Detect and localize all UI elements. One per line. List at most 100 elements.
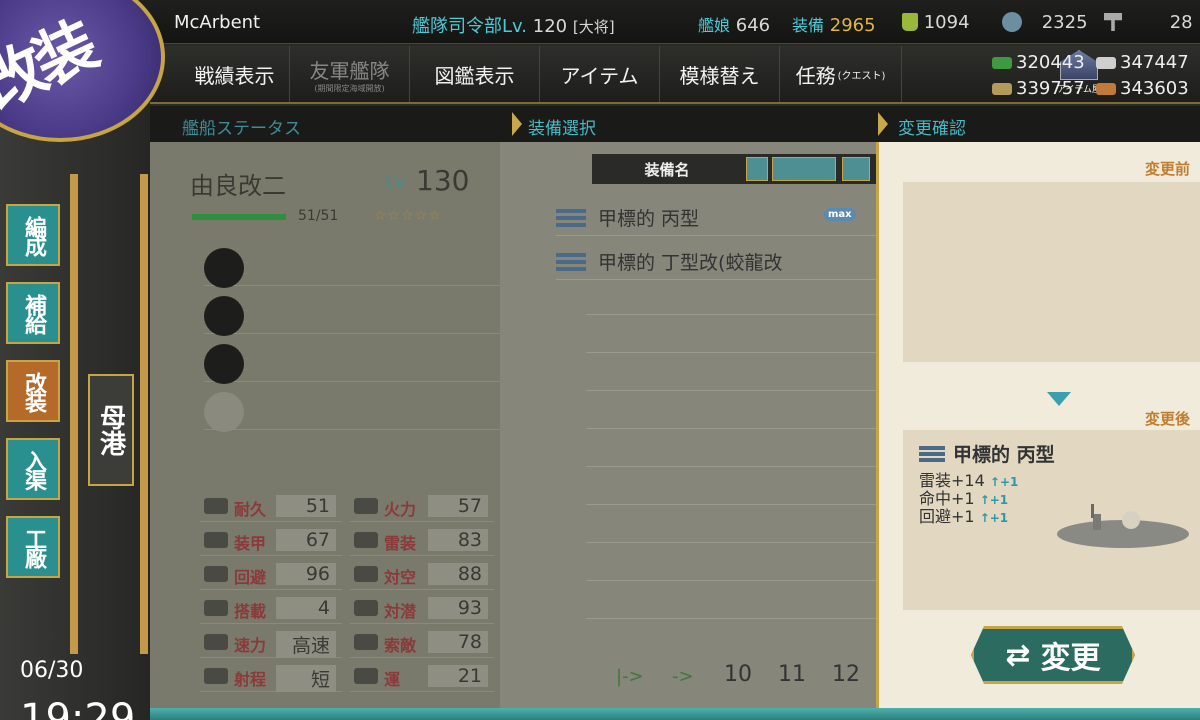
slot-empty-icon	[204, 392, 244, 432]
equip-list-header: 装備名	[592, 154, 882, 184]
up-arrow-icon: ↑	[989, 475, 1000, 489]
menu-furniture[interactable]: 模様替え	[660, 46, 780, 102]
prev-page-icon[interactable]: ->	[672, 666, 694, 687]
torpedo-equip-icon	[556, 208, 586, 227]
filter-icon[interactable]	[842, 157, 870, 181]
section-equip-select: 装備選択	[528, 119, 596, 139]
down-arrow-icon	[1047, 392, 1071, 406]
menu-items[interactable]: アイテム	[540, 46, 660, 102]
stat-armor: 装甲 67	[200, 526, 342, 556]
page-number[interactable]: 10	[724, 662, 752, 687]
screw-icon	[1002, 12, 1022, 32]
midget-submarine-image	[1057, 504, 1189, 548]
bonus-evasion: 回避+1 ↑+1	[919, 507, 1009, 526]
section-header: 艦船ステータス 装備選択 変更確認	[150, 106, 1200, 142]
up-arrow-icon: ↑	[979, 511, 990, 525]
empty-row	[586, 428, 880, 429]
page-number[interactable]: 11	[778, 662, 806, 687]
before-item-box	[903, 182, 1200, 362]
section-ship-status: 艦船ステータス	[182, 119, 301, 139]
slot-empty-icon	[204, 344, 244, 384]
equip-slot-3[interactable]	[204, 342, 504, 384]
equip-slot-2[interactable]	[204, 294, 504, 336]
nav-repair[interactable]: 入渠	[6, 438, 60, 500]
radar-icon	[354, 634, 378, 650]
equip-item-name: 甲標的 丙型	[598, 208, 700, 230]
steel-resource: 347447	[1096, 52, 1189, 73]
range-icon	[204, 668, 228, 684]
equip-item-name: 甲標的 丁型改(蛟龍改	[598, 252, 783, 274]
stat-hp: 耐久 51	[200, 492, 342, 522]
hp-bar	[192, 214, 286, 220]
menu-encyclopedia[interactable]: 図鑑表示	[410, 46, 540, 102]
bucket-icon	[902, 13, 918, 31]
ship-level: 130	[416, 164, 470, 197]
ship-level-label: Lv	[385, 172, 406, 193]
empty-row	[586, 504, 880, 505]
page-number[interactable]: 12	[832, 662, 860, 687]
stat-aircraft: 搭載 4	[200, 594, 342, 624]
equip-slot-1[interactable]	[204, 246, 504, 288]
star-rating: ☆☆☆☆☆	[374, 208, 442, 224]
stat-firepower: 火力 57	[350, 492, 494, 522]
hammer-icon	[1104, 13, 1122, 31]
bauxite-resource: 343603	[1096, 78, 1189, 99]
speed-icon	[204, 634, 228, 650]
torpedo-equip-icon	[556, 252, 586, 271]
menu-friend-fleet[interactable]: 友軍艦隊 (期間限定海域開放)	[290, 46, 410, 102]
plane-icon	[204, 600, 228, 616]
player-name: McArbent	[174, 12, 261, 33]
empty-row	[586, 390, 880, 391]
nav-remodel[interactable]: 改装	[6, 360, 60, 422]
clock-time: 19:29	[20, 696, 136, 720]
devmat-count: 28	[1104, 12, 1193, 33]
top-status-bar: McArbent 艦隊司令部Lv. 120 [大将] 艦娘 646 装備 296…	[0, 0, 1200, 44]
ship-count: 艦娘 646	[698, 15, 771, 36]
cannon-icon	[354, 498, 378, 514]
fuel-resource: 320443	[992, 52, 1085, 73]
ammo-icon	[992, 82, 1012, 95]
nav-organize[interactable]: 編成	[6, 204, 60, 266]
empty-row	[586, 542, 880, 543]
menu-quests-label: 任務	[795, 63, 836, 88]
nav-resupply[interactable]: 補給	[6, 282, 60, 344]
hq-level: 艦隊司令部Lv. 120 [大将]	[412, 16, 615, 37]
heart-icon	[204, 498, 228, 514]
after-item-name: 甲標的 丙型	[919, 440, 1055, 467]
ship-name: 由良改二	[190, 172, 286, 200]
clock-date: 06/30	[20, 658, 84, 683]
empty-row	[586, 466, 880, 467]
stat-speed: 速力 高速	[200, 628, 342, 658]
main-menu-bar: 戦績表示 友軍艦隊 (期間限定海域開放) 図鑑表示 アイテム 模様替え 任務 (ク…	[150, 46, 1200, 104]
before-label: 変更前	[1144, 160, 1190, 178]
equip-list-item[interactable]: 甲標的 丁型改(蛟龍改	[556, 244, 880, 280]
first-page-icon[interactable]: |->	[616, 666, 644, 687]
home-port-button[interactable]: 母港	[88, 374, 134, 486]
hp-text: 51/51	[298, 208, 339, 224]
empty-row	[586, 618, 880, 619]
screw-count: 2325	[1002, 12, 1088, 33]
torpedo-icon	[354, 532, 378, 548]
change-button-label: 変更	[1040, 641, 1101, 676]
section-arrow-icon	[512, 112, 522, 136]
section-change-confirm: 変更確認	[898, 119, 966, 139]
refresh-icon: ⇄	[1005, 637, 1031, 673]
equip-count: 装備 2965	[792, 15, 876, 36]
menu-battle-record[interactable]: 戦績表示	[180, 46, 290, 102]
equipment-list-panel: 装備名 甲標的 丙型 max 甲標的 丁型改(蛟龍改 |-> -> 10 11 …	[500, 142, 882, 720]
evasion-icon	[204, 566, 228, 582]
after-label: 変更後	[1144, 410, 1190, 428]
list-view-icon[interactable]	[772, 157, 836, 181]
stat-luck: 運 21	[350, 662, 494, 692]
menu-quests[interactable]: 任務 (クエスト)	[780, 46, 902, 102]
after-item-box: 甲標的 丙型 雷装+14 ↑+1 命中+1 ↑+1 回避+1 ↑+1	[903, 430, 1200, 610]
change-button[interactable]: ⇄ 変更	[971, 626, 1135, 684]
slot-empty-icon	[204, 296, 244, 336]
nav-arsenal[interactable]: 工廠	[6, 516, 60, 578]
sort-dropdown-icon[interactable]	[746, 157, 768, 181]
bauxite-icon	[1096, 82, 1116, 95]
bucket-count: 1094	[902, 12, 970, 33]
sort-by-name[interactable]: 装備名	[592, 154, 742, 184]
crane-girder	[70, 174, 78, 654]
equip-slot-4[interactable]	[204, 390, 504, 432]
